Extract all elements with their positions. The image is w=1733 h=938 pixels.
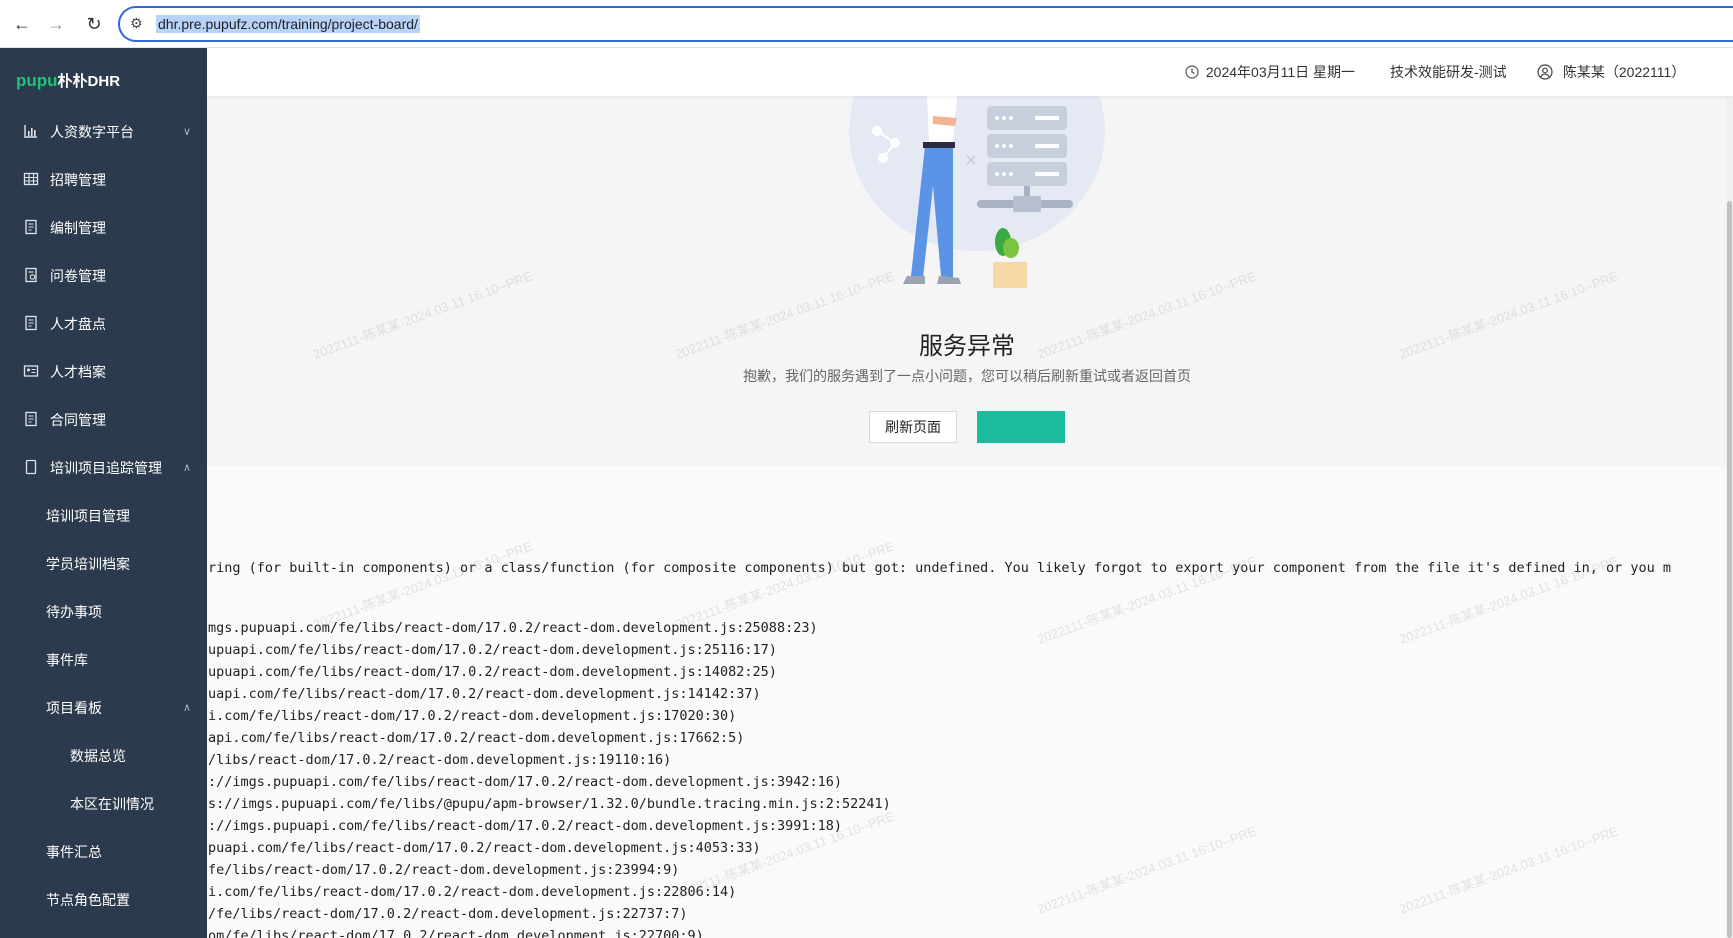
sidebar-item-label: 问卷管理 — [50, 268, 106, 284]
sidebar-item-talent-profile[interactable]: 人才档案 — [0, 348, 207, 396]
site-settings-icon[interactable]: ⚙ — [130, 15, 143, 32]
sidebar-item-label: 培训项目管理 — [46, 508, 130, 524]
error-panel: 服务异常 抱歉，我们的服务遇到了一点小问题，您可以稍后刷新重试或者返回首页 刷新… — [207, 96, 1727, 466]
log-line: uapi.com/fe/libs/react-dom/17.0.2/react-… — [208, 686, 761, 702]
sidebar-item-data-overview[interactable]: 数据总览 — [0, 732, 207, 780]
reload-icon[interactable]: ↻ — [82, 12, 106, 36]
sidebar-item-trainee-records[interactable]: 学员培训档案 — [0, 540, 207, 588]
header-user-name: 陈某某（2022111） — [1562, 64, 1686, 80]
sidebar-item-label: 培训项目追踪管理 — [50, 460, 162, 476]
sidebar-item-hr-platform[interactable]: 人资数字平台 ∨ — [0, 108, 207, 156]
log-line: s://imgs.pupuapi.com/fe/libs/@pupu/apm-b… — [208, 796, 891, 812]
chevron-up-icon: ∧ — [182, 702, 191, 714]
sidebar-item-project-board[interactable]: 项目看板 ∧ — [0, 684, 207, 732]
sidebar-item-label: 学员培训档案 — [46, 556, 130, 572]
log-line: /libs/react-dom/17.0.2/react-dom.develop… — [208, 752, 672, 768]
error-title: 服务异常 — [919, 332, 1015, 360]
log-line: ://imgs.pupuapi.com/fe/libs/react-dom/17… — [208, 774, 842, 790]
table-icon — [22, 171, 40, 189]
url-text[interactable]: dhr.pre.pupufz.com/training/project-boar… — [156, 15, 420, 33]
chevron-up-icon: ∧ — [182, 462, 191, 474]
log-line: i.com/fe/libs/react-dom/17.0.2/react-dom… — [208, 884, 737, 900]
forward-arrow-icon[interactable]: → — [44, 12, 68, 36]
sidebar-item-talent-review[interactable]: 人才盘点 — [0, 300, 207, 348]
log-line: fe/libs/react-dom/17.0.2/react-dom.devel… — [208, 862, 680, 878]
log-line: ring (for built-in components) or a clas… — [208, 560, 1671, 576]
sidebar-item-node-role-config[interactable]: 节点角色配置 — [0, 876, 207, 924]
log-line: om/fe/libs/react-dom/17.0.2/react-dom.de… — [208, 928, 704, 938]
top-header: 2024年03月11日 星期一 技术效能研发-测试 陈某某（2022111） — [207, 48, 1733, 96]
main-content: 服务异常 抱歉，我们的服务遇到了一点小问题，您可以稍后刷新重试或者返回首页 刷新… — [207, 96, 1727, 938]
header-date-text: 2024年03月11日 星期一 — [1205, 64, 1356, 80]
sidebar-item-training-tracking[interactable]: 培训项目追踪管理 ∧ — [0, 444, 207, 492]
sidebar-item-label: 编制管理 — [50, 220, 106, 236]
document-icon — [22, 411, 40, 429]
log-line: puapi.com/fe/libs/react-dom/17.0.2/react… — [208, 840, 761, 856]
log-line: upuapi.com/fe/libs/react-dom/17.0.2/reac… — [208, 664, 777, 680]
clock-icon — [1185, 64, 1206, 80]
log-line: api.com/fe/libs/react-dom/17.0.2/react-d… — [208, 730, 745, 746]
sidebar-item-event-summary[interactable]: 事件汇总 — [0, 828, 207, 876]
sidebar-item-label: 项目看板 — [46, 700, 102, 716]
sidebar-item-recruitment[interactable]: 招聘管理 — [0, 156, 207, 204]
logo-text: 朴朴DHR — [57, 73, 121, 90]
log-line: i.com/fe/libs/react-dom/17.0.2/react-dom… — [208, 708, 737, 724]
user-icon — [1537, 64, 1563, 80]
header-department[interactable]: 技术效能研发-测试 — [1390, 63, 1507, 81]
sidebar-item-headcount[interactable]: 编制管理 — [0, 204, 207, 252]
sidebar-item-label: 事件库 — [46, 652, 88, 668]
sidebar-item-label: 合同管理 — [50, 412, 106, 428]
sidebar-item-todo[interactable]: 待办事项 — [0, 588, 207, 636]
address-bar[interactable]: ⚙ dhr.pre.pupufz.com/training/project-bo… — [118, 6, 1733, 42]
survey-icon — [22, 267, 40, 285]
tablet-icon — [22, 459, 40, 477]
id-card-icon — [22, 363, 40, 381]
bar-chart-icon — [22, 123, 40, 141]
scrollbar-thumb[interactable] — [1727, 201, 1732, 938]
back-home-button[interactable]: 返回首页 — [977, 411, 1065, 443]
sidebar-item-label: 人资数字平台 — [50, 124, 134, 140]
sidebar-item-label: 事件汇总 — [46, 844, 102, 860]
sidebar-item-label: 数据总览 — [70, 748, 126, 764]
back-arrow-icon[interactable]: ← — [10, 12, 34, 36]
refresh-page-button[interactable]: 刷新页面 — [869, 411, 957, 443]
log-line: mgs.pupuapi.com/fe/libs/react-dom/17.0.2… — [208, 620, 818, 636]
sidebar-item-contract[interactable]: 合同管理 — [0, 396, 207, 444]
sidebar-item-event-library[interactable]: 事件库 — [0, 636, 207, 684]
server-error-illustration — [849, 96, 1105, 288]
log-line: ://imgs.pupuapi.com/fe/libs/react-dom/17… — [208, 818, 842, 834]
log-line: /fe/libs/react-dom/17.0.2/react-dom.deve… — [208, 906, 688, 922]
sidebar-item-training-project-mgmt[interactable]: 培训项目管理 — [0, 492, 207, 540]
error-stack-log: ring (for built-in components) or a clas… — [207, 466, 1727, 938]
sidebar-item-survey[interactable]: 问卷管理 — [0, 252, 207, 300]
logo: pupu朴朴DHR — [16, 70, 120, 91]
document-icon — [22, 219, 40, 237]
sidebar-item-label: 待办事项 — [46, 604, 102, 620]
sidebar-item-label: 人才盘点 — [50, 316, 106, 332]
vertical-scrollbar[interactable] — [1726, 96, 1733, 938]
logo-brand: pupu — [16, 71, 58, 90]
sidebar: pupu朴朴DHR 人资数字平台 ∨ 招聘管理 编制管理 问卷管理 人才盘点 人… — [0, 48, 207, 938]
error-description: 抱歉，我们的服务遇到了一点小问题，您可以稍后刷新重试或者返回首页 — [743, 368, 1191, 384]
log-line: upuapi.com/fe/libs/react-dom/17.0.2/reac… — [208, 642, 777, 658]
sidebar-item-local-training[interactable]: 本区在训情况 — [0, 780, 207, 828]
header-date: 2024年03月11日 星期一 — [1185, 63, 1355, 81]
document-icon — [22, 315, 40, 333]
header-user[interactable]: 陈某某（2022111） — [1537, 63, 1685, 81]
chevron-down-icon: ∨ — [182, 126, 191, 138]
sidebar-item-label: 本区在训情况 — [70, 796, 154, 812]
sidebar-item-label: 招聘管理 — [50, 172, 106, 188]
sidebar-item-label: 人才档案 — [50, 364, 106, 380]
browser-toolbar: ← → ↻ ⚙ dhr.pre.pupufz.com/training/proj… — [0, 0, 1733, 48]
sidebar-item-label: 节点角色配置 — [46, 892, 130, 908]
